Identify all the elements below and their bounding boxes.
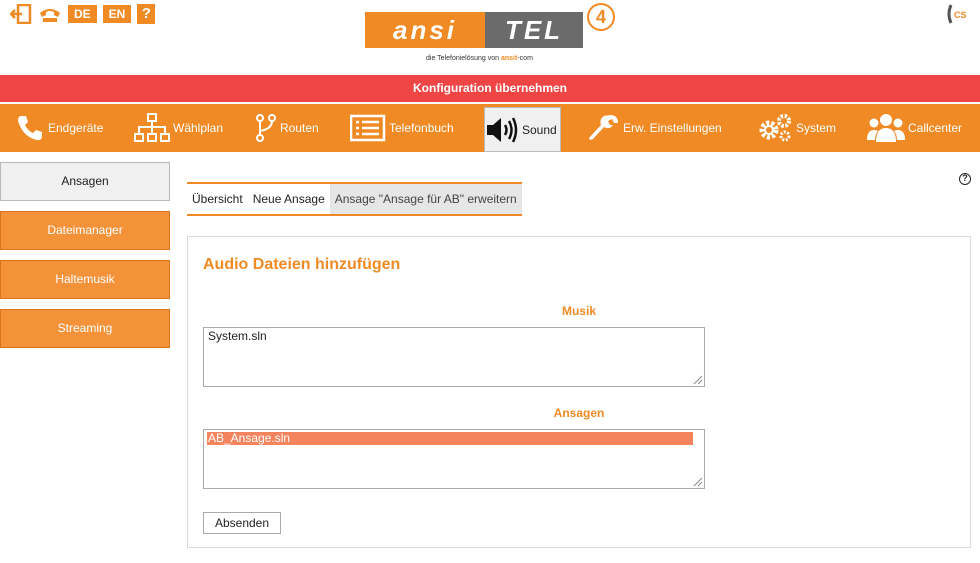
musik-label: Musik <box>561 304 596 318</box>
routes-icon <box>256 114 276 142</box>
cs-phone-icon[interactable]: CS <box>946 3 968 25</box>
hangup-phone-icon[interactable] <box>38 4 62 24</box>
logo-tagline-suffix: -com <box>517 55 533 62</box>
logo-tagline-brand: ansit <box>501 55 518 62</box>
sidebar-item-ansagen[interactable]: Ansagen <box>0 162 170 201</box>
musik-option[interactable]: System.sln <box>207 330 701 343</box>
subtabs: Übersicht Neue Ansage Ansage "Ansage für… <box>187 182 522 216</box>
ansitel-logo: ansi TEL 4 die Telefonielösung von ansit… <box>364 3 624 67</box>
apply-config-button[interactable]: Konfiguration übernehmen <box>0 75 980 102</box>
nav-telefonbuch[interactable]: Telefonbuch <box>350 104 454 152</box>
main-nav: Endgeräte Wählplan Routen Telefonbuch So… <box>0 104 980 152</box>
app-window: DE EN ? ansi TEL 4 die Telefonielösung v… <box>0 0 980 563</box>
audio-files-panel: Audio Dateien hinzufügen Musik System.sl… <box>187 236 971 548</box>
nav-system-label: System <box>796 121 837 135</box>
ansagen-label: Ansagen <box>553 406 605 420</box>
nav-sound[interactable]: Sound <box>484 107 561 152</box>
logout-icon[interactable] <box>10 4 32 24</box>
resize-handle-icon[interactable] <box>691 475 703 487</box>
nav-endgeraete-label: Endgeräte <box>48 121 104 135</box>
tab-neue-ansage[interactable]: Neue Ansage <box>248 184 330 214</box>
nav-erw-einstellungen[interactable]: Erw. Einstellungen <box>588 104 722 152</box>
sidebar-item-dateimanager[interactable]: Dateimanager <box>0 211 170 250</box>
speaker-icon <box>487 116 518 143</box>
ansagen-select[interactable]: AB_Ansage.sln <box>203 429 705 489</box>
gears-icon <box>759 114 791 142</box>
page-title: Audio Dateien hinzufügen <box>203 256 401 273</box>
musik-select[interactable]: System.sln <box>203 327 705 387</box>
nav-callcenter-label: Callcenter <box>908 121 963 135</box>
logo-right-text: TEL <box>485 12 583 48</box>
nav-routen-label: Routen <box>280 121 319 135</box>
help-circle-icon[interactable]: ? <box>959 173 971 185</box>
logo-tagline: die Telefonielösung von ansit-com <box>426 55 533 62</box>
nav-system[interactable]: System <box>757 104 836 152</box>
logo-version-badge: 4 <box>587 3 615 31</box>
resize-handle-icon[interactable] <box>691 373 703 385</box>
help-button[interactable]: ? <box>137 4 156 24</box>
cs-label: CS <box>954 10 967 20</box>
nav-erw-einstellungen-label: Erw. Einstellungen <box>623 121 722 135</box>
sidebar: Ansagen Dateimanager Haltemusik Streamin… <box>0 162 170 358</box>
submit-button[interactable]: Absenden <box>203 512 281 534</box>
sidebar-item-haltemusik[interactable]: Haltemusik <box>0 260 170 299</box>
language-en-button[interactable]: EN <box>102 5 132 23</box>
wrench-icon <box>589 115 618 140</box>
tab-ansage-erweitern[interactable]: Ansage "Ansage für AB" erweitern <box>329 184 522 214</box>
nav-sound-label: Sound <box>522 122 557 137</box>
ansagen-option[interactable]: AB_Ansage.sln <box>207 432 693 445</box>
nav-endgeraete[interactable]: Endgeräte <box>15 104 103 152</box>
tab-uebersicht[interactable]: Übersicht <box>187 184 248 214</box>
nav-routen[interactable]: Routen <box>255 104 319 152</box>
nav-callcenter[interactable]: Callcenter <box>867 104 962 152</box>
language-de-button[interactable]: DE <box>68 5 97 23</box>
nav-waehlplan[interactable]: Wählplan <box>134 104 223 152</box>
sitemap-icon <box>134 113 170 142</box>
logo-left-text: ansi <box>365 12 485 48</box>
nav-telefonbuch-label: Telefonbuch <box>389 121 454 135</box>
logo-tagline-prefix: die Telefonielösung von <box>426 55 500 62</box>
phonebook-icon <box>350 114 386 142</box>
phone-icon <box>18 116 42 141</box>
nav-waehlplan-label: Wählplan <box>173 121 224 135</box>
users-icon <box>867 114 905 142</box>
top-toolbar: DE EN ? <box>10 4 156 24</box>
